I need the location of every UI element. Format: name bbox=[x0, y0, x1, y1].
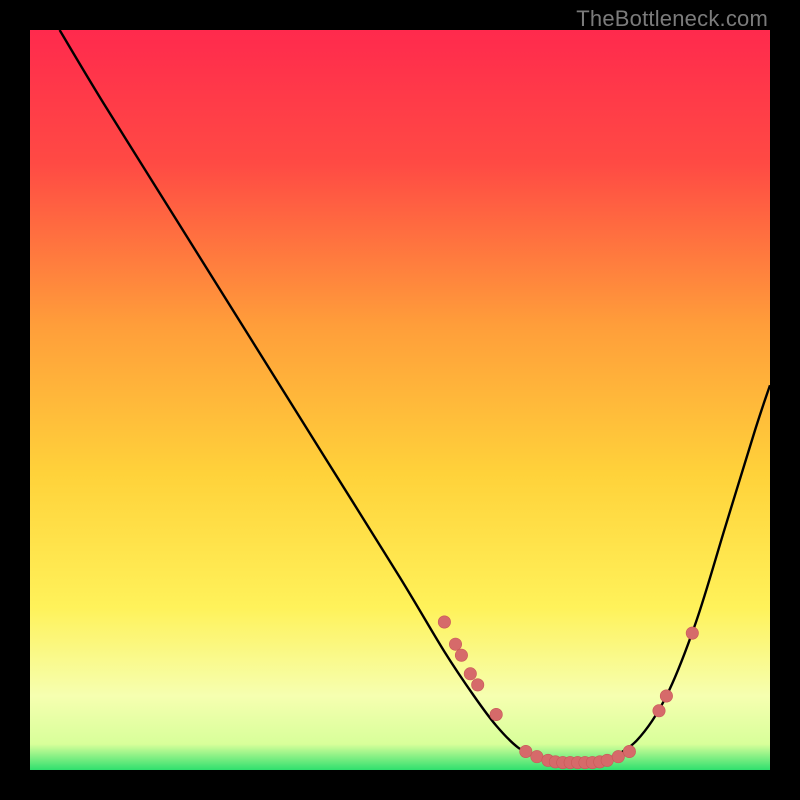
curve-marker bbox=[623, 745, 635, 757]
curve-marker bbox=[490, 708, 502, 720]
curve-marker bbox=[660, 690, 672, 702]
curve-marker bbox=[686, 627, 698, 639]
attribution-text: TheBottleneck.com bbox=[576, 6, 768, 32]
curve-marker bbox=[455, 649, 467, 661]
curve-marker bbox=[601, 754, 613, 766]
curve-marker bbox=[653, 705, 665, 717]
chart-stage: TheBottleneck.com bbox=[0, 0, 800, 800]
curve-markers bbox=[438, 616, 698, 769]
curve-layer bbox=[30, 30, 770, 770]
plot-area bbox=[30, 30, 770, 770]
curve-marker bbox=[449, 638, 461, 650]
curve-marker bbox=[520, 745, 532, 757]
bottleneck-curve bbox=[60, 30, 770, 763]
curve-marker bbox=[531, 750, 543, 762]
curve-marker bbox=[464, 668, 476, 680]
curve-marker bbox=[438, 616, 450, 628]
curve-marker bbox=[612, 750, 624, 762]
curve-marker bbox=[472, 679, 484, 691]
